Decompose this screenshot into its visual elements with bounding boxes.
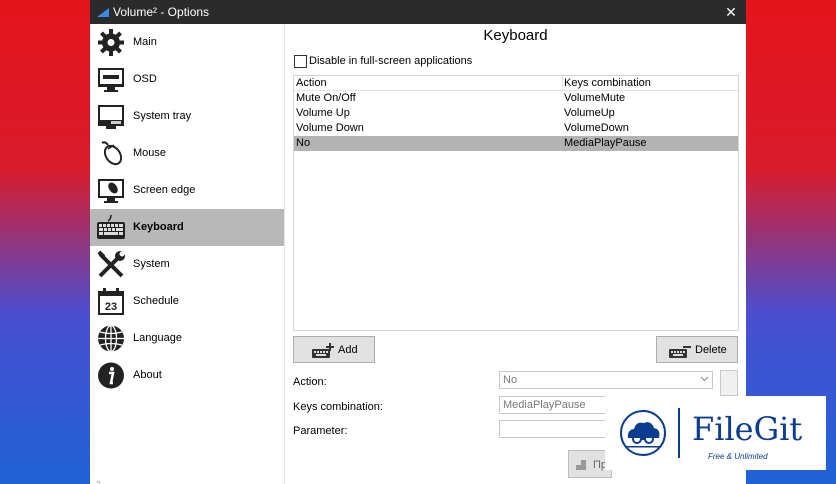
keyboard-icon — [97, 214, 125, 239]
table-row-selected[interactable]: No MediaPlayPause — [294, 136, 738, 151]
sidebar-item-language[interactable]: Language — [90, 320, 284, 357]
logo-divider — [678, 408, 680, 458]
monitor-icon — [98, 68, 124, 92]
title-bar: Volume² - Options ✕ — [90, 0, 746, 24]
add-button-label: Add — [338, 344, 358, 356]
delete-button[interactable]: Delete — [656, 336, 738, 363]
table-row[interactable]: Volume Down VolumeDown — [294, 121, 738, 136]
tools-icon — [97, 250, 125, 278]
chevron-down-icon — [701, 376, 708, 382]
resize-grip[interactable]: 2 — [96, 480, 100, 484]
mouse-icon — [101, 141, 123, 166]
column-header-keys[interactable]: Keys combination — [564, 77, 651, 89]
row-action: Volume Up — [296, 107, 350, 119]
row-keys: VolumeDown — [564, 122, 629, 134]
sidebar-item-label: Screen edge — [133, 184, 196, 196]
disable-fullscreen-checkbox[interactable] — [294, 55, 307, 68]
apply-icon — [576, 460, 586, 470]
close-button[interactable]: ✕ — [716, 0, 746, 24]
watermark-tagline: Free & Unlimited — [708, 452, 768, 461]
info-icon — [98, 362, 124, 389]
parameter-label: Parameter: — [293, 425, 348, 437]
row-action: Volume Down — [296, 122, 364, 134]
sidebar-item-mouse[interactable]: Mouse — [90, 135, 284, 172]
page-title: Keyboard — [483, 27, 548, 44]
row-keys: MediaPlayPause — [564, 137, 647, 149]
sidebar-item-label: Keyboard — [133, 221, 184, 233]
action-select-value: No — [503, 374, 518, 386]
tray-icon — [98, 105, 124, 129]
keyboard-add-icon — [312, 343, 334, 358]
filegit-watermark: FileGit Free & Unlimited — [605, 396, 826, 470]
sidebar-item-about[interactable]: About — [90, 357, 284, 394]
table-row[interactable]: Volume Up VolumeUp — [294, 106, 738, 121]
volume-app-icon — [97, 8, 109, 17]
sidebar-item-screen-edge[interactable]: Screen edge — [90, 172, 284, 209]
sidebar-item-schedule[interactable]: 23 Schedule — [90, 283, 284, 320]
window-title: Volume² - Options — [113, 5, 210, 19]
action-label: Action: — [293, 376, 327, 388]
sidebar-item-label: About — [133, 369, 162, 381]
table-header: Action Keys combination — [294, 76, 738, 91]
sidebar-item-label: System tray — [133, 110, 192, 122]
hotkeys-table[interactable]: Action Keys combination Mute On/Off Volu… — [293, 75, 739, 331]
sidebar-item-label: OSD — [133, 73, 157, 85]
column-header-action[interactable]: Action — [296, 77, 327, 89]
sidebar-item-main[interactable]: Main — [90, 24, 284, 61]
sidebar-item-osd[interactable]: OSD — [90, 61, 284, 98]
sidebar: Main OSD System tray Mouse Screen edge K… — [90, 24, 284, 484]
table-row[interactable]: Mute On/Off VolumeMute — [294, 91, 738, 106]
keys-combination-label: Keys combination: — [293, 401, 383, 413]
sidebar-item-label: Mouse — [133, 147, 167, 159]
sidebar-item-label: Language — [133, 332, 182, 344]
sidebar-item-system-tray[interactable]: System tray — [90, 98, 284, 135]
add-button[interactable]: Add — [293, 336, 375, 363]
sidebar-item-label: Main — [133, 36, 157, 48]
row-action: Mute On/Off — [296, 92, 356, 104]
watermark-name: FileGit — [692, 410, 803, 448]
keys-combination-value: MediaPlayPause — [503, 399, 586, 411]
action-side-button[interactable] — [720, 370, 738, 396]
delete-button-label: Delete — [695, 344, 727, 356]
column-divider — [562, 76, 563, 90]
gear-icon — [98, 29, 124, 56]
action-select[interactable]: No — [499, 371, 713, 389]
row-keys: VolumeMute — [564, 92, 626, 104]
row-keys: VolumeUp — [564, 107, 615, 119]
disable-fullscreen-label: Disable in full-screen applications — [309, 55, 473, 67]
screen-edge-icon — [98, 179, 124, 203]
sidebar-item-system[interactable]: System — [90, 246, 284, 283]
sidebar-item-label: Schedule — [133, 295, 179, 307]
row-action: No — [296, 137, 311, 149]
keyboard-remove-icon — [669, 346, 691, 358]
sidebar-item-label: System — [133, 258, 170, 270]
calendar-icon: 23 — [98, 288, 124, 315]
cloud-logo-icon — [620, 410, 666, 456]
sidebar-item-keyboard[interactable]: Keyboard — [90, 209, 284, 246]
globe-icon — [98, 324, 124, 353]
calendar-day: 23 — [105, 301, 117, 313]
